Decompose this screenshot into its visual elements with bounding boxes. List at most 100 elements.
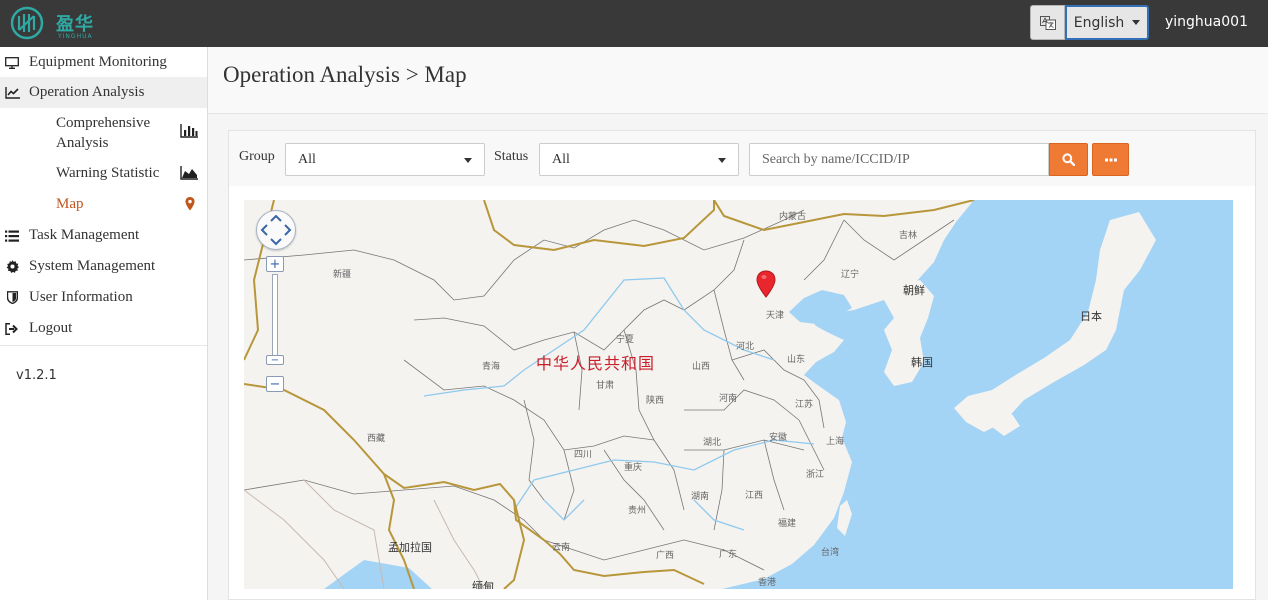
logo-subtext: YINGHUA [58,33,93,40]
map-label: 韩国 [911,356,933,369]
minus-icon: − [269,376,281,392]
map-label: 青海 [482,362,501,372]
zoom-slider-handle[interactable]: − [266,354,284,366]
map-label: 新疆 [333,270,352,280]
top-bar: 盈华 YINGHUA English yinghua001 [0,0,1268,47]
map-panel: Group All Status All Search by name/ICCI… [228,130,1256,600]
sidebar-subitem-map[interactable]: Map [0,194,207,216]
chevron-down-icon [464,158,472,163]
map-label: 天津 [766,311,785,321]
map-label: 西藏 [367,434,386,444]
map-label: 辽宁 [841,270,860,280]
sidebar-subitem-warning-statistic[interactable]: Warning Statistic [0,163,207,185]
ellipsis-icon [1104,158,1117,161]
map-label: 河南 [719,394,738,404]
status-select-value: All [552,152,570,167]
group-label: Group [239,149,275,164]
sidebar-item-user-information[interactable]: User Information [0,282,207,313]
translate-button[interactable] [1030,5,1065,40]
chevron-down-icon [718,158,726,163]
language-label: English [1073,14,1125,31]
map-label: 孟加拉国 [388,541,432,554]
sidebar-subitem-label: Warning Statistic [56,165,160,181]
search-input[interactable] [749,143,1049,176]
sidebar-item-label: System Management [29,258,156,274]
version-label: v1.2.1 [16,368,57,383]
zoom-in-button[interactable]: + [266,256,284,272]
logo-icon [10,6,44,40]
map-label: 浙江 [806,470,825,480]
chevron-down-icon [1132,20,1141,25]
minus-icon: − [270,354,280,366]
map-label: 山西 [692,362,711,372]
sidebar-subitem-label: Comprehensive Analysis [56,115,151,151]
map-label: 陕西 [646,396,665,406]
status-label: Status [494,149,529,164]
search-icon [1062,153,1075,166]
status-select[interactable]: All [539,143,739,176]
monitor-icon [4,55,20,71]
map-canvas [244,200,1233,589]
shield-icon [4,290,20,306]
map-label: 吉林 [899,231,918,241]
map-label: 内蒙古 [779,212,807,222]
search-button[interactable] [1049,143,1088,176]
map-label: 香港 [758,578,777,588]
plus-icon: + [269,256,281,272]
sidebar-subitem-label: Map [56,196,84,212]
zoom-out-button[interactable]: − [266,376,284,392]
pan-arrows-icon [260,214,292,246]
filter-bar: Group All Status All [229,131,1255,186]
map-label: 河北 [736,342,755,352]
map-label: 湖南 [691,492,710,502]
group-select[interactable]: All [285,143,485,176]
list-icon [4,228,20,244]
sidebar-item-label: Operation Analysis [29,84,145,100]
translate-icon [1039,15,1056,30]
brand-logo[interactable]: 盈华 YINGHUA [10,6,100,40]
gear-icon [4,259,20,275]
group-select-value: All [298,152,316,167]
map-label: 山东 [787,355,806,365]
map-label: 重庆 [624,463,643,473]
sidebar-item-label: Equipment Monitoring [29,54,167,70]
sidebar-item-equipment-monitoring[interactable]: Equipment Monitoring [0,47,207,78]
more-options-button[interactable] [1092,143,1129,176]
map-label: 台湾 [821,548,840,558]
sign-out-icon [4,321,20,337]
sidebar-item-logout[interactable]: Logout [0,313,207,344]
map-marker-icon [185,197,195,213]
line-chart-icon [4,85,20,101]
sidebar-item-operation-analysis[interactable]: Operation Analysis [0,77,207,108]
user-menu[interactable]: yinghua001 [1165,14,1248,30]
map-label: 四川 [574,450,593,460]
map-label: 朝鲜 [903,284,925,297]
sidebar: Equipment Monitoring Operation Analysis … [0,47,208,600]
map-label: 广东 [719,550,738,560]
map-pan-control[interactable] [256,210,296,250]
language-dropdown[interactable]: English [1065,5,1149,40]
sidebar-subitem-comprehensive-analysis[interactable]: Comprehensive Analysis [0,113,207,155]
map-label: 日本 [1080,310,1102,323]
sidebar-item-label: Logout [29,320,73,336]
map-label: 贵州 [628,506,647,516]
map-label: 宁夏 [616,335,635,345]
map-label: 湖北 [703,438,722,448]
sidebar-divider [0,345,207,346]
map-label: 广西 [656,551,675,561]
map-label: 云南 [552,543,571,553]
sidebar-item-system-management[interactable]: System Management [0,251,207,282]
map-label: 上海 [826,437,845,447]
sidebar-item-task-management[interactable]: Task Management [0,220,207,251]
map-country-label: 中华人民共和国 [536,354,656,373]
page-header: Operation Analysis > Map [208,47,1268,114]
map-view[interactable]: 内蒙古 吉林 辽宁 朝鲜 新疆 天津 宁夏 日本 青海 中华人民共和国 河北 山… [244,200,1233,589]
sidebar-item-label: Task Management [29,227,140,243]
page-title: Operation Analysis > Map [223,62,467,87]
device-marker-icon[interactable] [755,270,777,300]
sidebar-item-label: User Information [29,289,133,305]
map-label: 江苏 [795,400,814,410]
main-content: Operation Analysis > Map Group All Statu… [208,47,1268,600]
map-label: 江西 [745,491,764,501]
zoom-slider-track[interactable] [272,274,278,360]
